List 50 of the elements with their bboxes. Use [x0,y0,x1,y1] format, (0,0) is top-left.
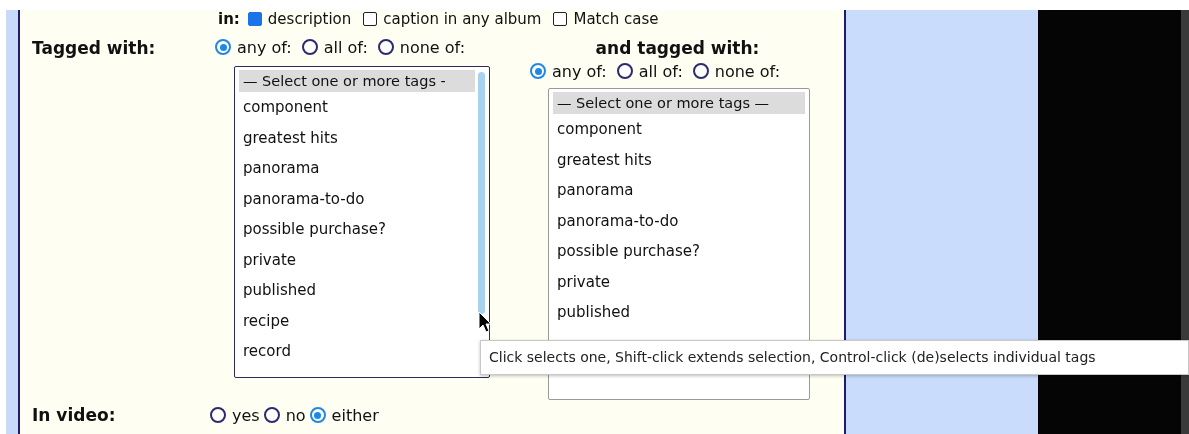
checkbox[interactable] [363,12,378,26]
field-label: Tagged with: [32,37,157,60]
radio-label: either [331,405,379,425]
tag-option[interactable]: panorama-to-do [553,205,805,236]
tag-option[interactable]: record [239,336,475,367]
tag-option[interactable]: private [553,266,805,297]
radio-button[interactable] [301,39,318,55]
radio-button[interactable] [263,407,280,423]
radio-label: yes [232,405,260,425]
tag-listbox[interactable]: — Select one or more tags - component greatest hits panorama panorama-to-do possible purchase? private published recipe record [234,66,490,378]
radio-button[interactable] [377,39,394,55]
tag-option[interactable]: published [239,275,475,306]
tag-option[interactable]: possible purchase? [553,236,805,267]
field-label: and tagged with: [595,38,760,60]
checkbox-label: caption in any album [383,10,542,28]
checkbox-label: description [267,10,352,28]
radio-label: none of: [714,61,781,81]
radio-button[interactable] [210,407,226,423]
tag-option[interactable]: possible purchase? [239,214,475,245]
listbox-header[interactable]: — Select one or more tags — [553,92,805,114]
tooltip: Click selects one, Shift-click extends selection, Control-click (de)selects individual tags [480,340,1189,375]
radio-label: no [285,405,306,425]
checkbox[interactable] [553,12,568,26]
tag-option[interactable]: component [553,114,805,145]
tag-option[interactable]: panorama [553,175,805,206]
tag-option[interactable]: component [239,92,475,123]
radio-button[interactable] [616,63,633,79]
tag-option[interactable]: panorama [239,153,475,184]
listbox-header[interactable]: — Select one or more tags - [239,70,475,92]
tag-option[interactable]: panorama-to-do [239,183,475,214]
radio-label: none of: [399,37,466,57]
tag-option[interactable]: recipe [239,305,475,336]
tag-option[interactable]: published [553,297,805,328]
cursor-icon [478,311,492,333]
radio-button[interactable] [692,63,709,79]
radio-label: any of: [552,61,607,81]
radio-label: all of: [323,37,368,57]
radio-label: any of: [237,37,292,57]
radio-label: all of: [638,61,683,81]
field-label: in: [218,10,240,28]
tag-option[interactable]: greatest hits [239,122,475,153]
radio-button[interactable] [309,407,326,423]
radio-button[interactable] [215,39,231,55]
scrollbar-thumb[interactable] [478,72,485,314]
tag-option[interactable]: greatest hits [553,144,805,175]
field-label: In video: [32,405,117,425]
radio-button[interactable] [530,63,546,79]
checkbox[interactable] [247,12,262,26]
tag-option[interactable]: private [239,244,475,275]
checkbox-label: Match case [573,10,659,28]
